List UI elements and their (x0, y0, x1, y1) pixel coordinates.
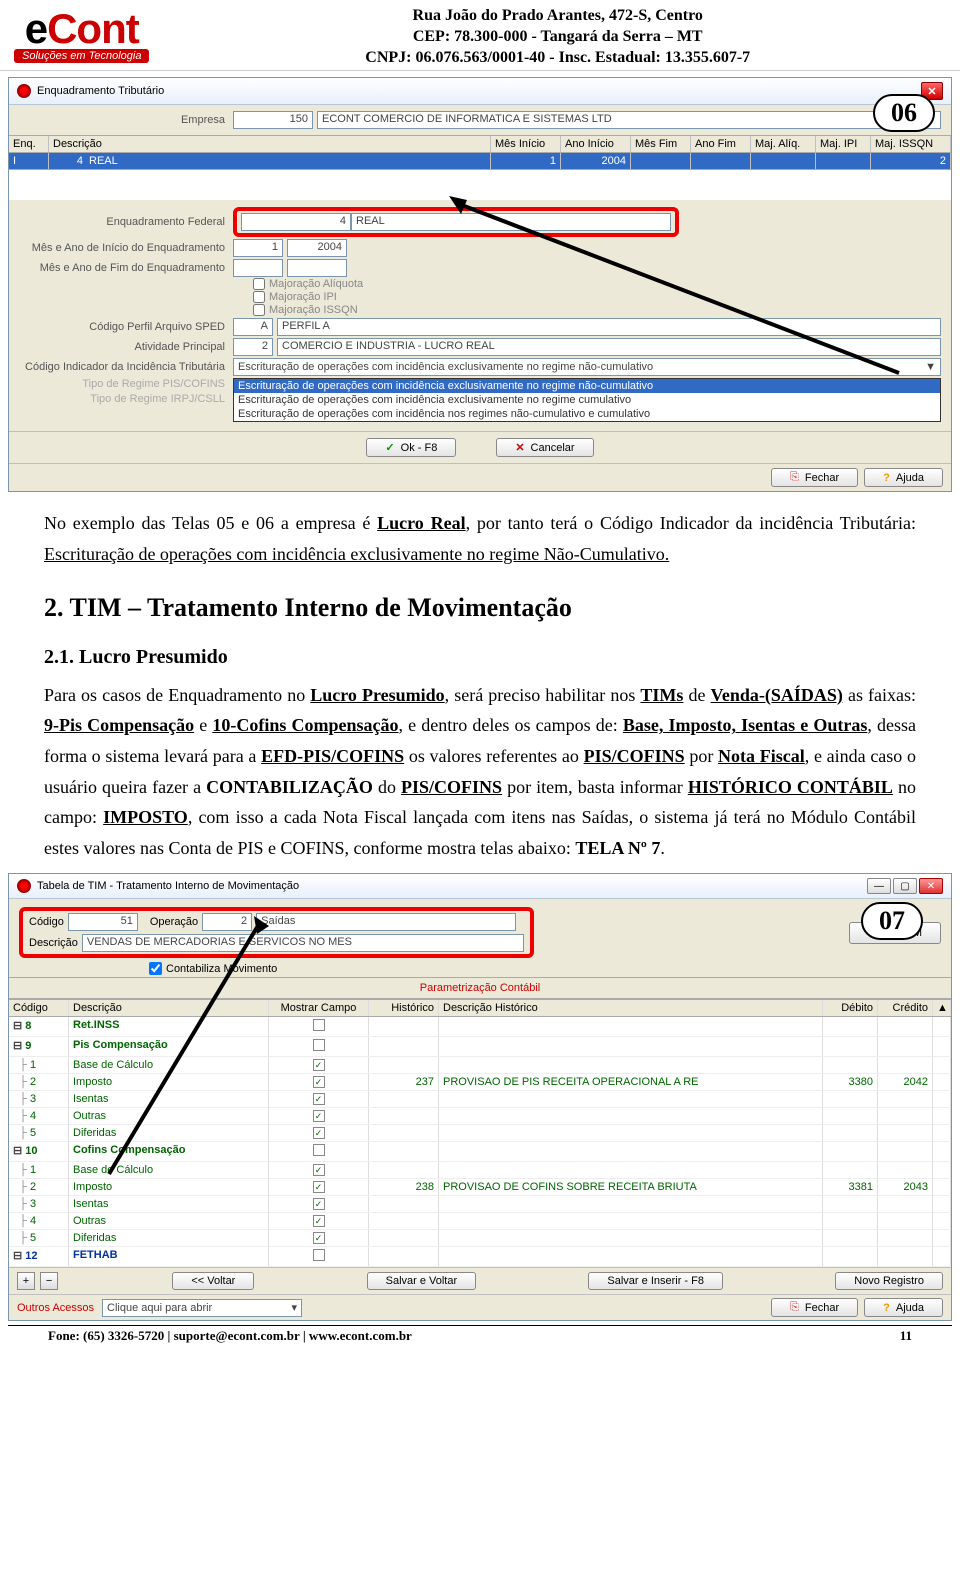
highlight-codigo-operacao: Código 51 Operação 2 Saídas Descrição VE… (19, 907, 534, 958)
callout-07: 07 (861, 902, 923, 940)
voltar-button[interactable]: << Voltar (172, 1272, 254, 1290)
address-line3: CNPJ: 06.076.563/0001-40 - Insc. Estadua… (169, 48, 946, 69)
table-row[interactable]: ├ 2Imposto238PROVISAO DE COFINS SOBRE RE… (9, 1179, 951, 1196)
highlight-enquadramento-federal: 4 REAL (233, 207, 679, 237)
body-text: No exemplo das Telas 05 e 06 a empresa é… (0, 498, 960, 867)
dropdown-option[interactable]: Escrituração de operações com incidência… (234, 379, 940, 393)
logo-text: eCont (25, 11, 139, 47)
oper-cod-input[interactable]: 2 (202, 913, 252, 931)
descricao-input[interactable]: VENDAS DE MERCADORIAS E SERVICOS NO MES (82, 934, 524, 952)
enq-fed-txt[interactable]: REAL (351, 213, 671, 231)
gear-icon (17, 84, 31, 98)
table-row[interactable]: ⊟ 9Pis Compensação (9, 1037, 951, 1057)
dropdown-option[interactable]: Escrituração de operações com incidência… (234, 407, 940, 421)
incidencia-dropdown[interactable]: Escrituração de operações com incidência… (233, 378, 941, 422)
outros-acessos-select[interactable]: Clique aqui para abrir▾ (102, 1299, 302, 1317)
heading-2: 2. TIM – Tratamento Interno de Movimenta… (44, 586, 916, 630)
maj-aliq-check[interactable] (253, 278, 265, 290)
table-row[interactable]: ├ 4Outras (9, 1213, 951, 1230)
dropdown-option[interactable]: Escrituração de operações com incidência… (234, 393, 940, 407)
table-row[interactable]: ⊟ 12FETHAB (9, 1247, 951, 1267)
heading-3: 2.1. Lucro Presumido (44, 640, 916, 674)
table-row[interactable]: ├ 2Imposto237PROVISAO DE PIS RECEITA OPE… (9, 1074, 951, 1091)
ok-button[interactable]: ✓Ok - F8 (366, 438, 456, 457)
address-line2: CEP: 78.300-000 - Tangará da Serra – MT (169, 27, 946, 48)
window-title: Enquadramento Tributário (37, 85, 164, 97)
empresa-nome-input[interactable]: ECONT COMERCIO DE INFORMATICA E SISTEMAS… (317, 111, 941, 129)
page-header: eCont Soluções em Tecnologia Rua João do… (0, 0, 960, 71)
scroll-up-icon[interactable]: ▲ (933, 1000, 951, 1016)
company-address: Rua João do Prado Arantes, 472-S, Centro… (169, 6, 946, 68)
close-icon[interactable]: ✕ (919, 878, 943, 894)
address-line1: Rua João do Prado Arantes, 472-S, Centro (169, 6, 946, 27)
table-row[interactable]: ├ 3Isentas (9, 1091, 951, 1108)
ajuda-button[interactable]: ?Ajuda (864, 1298, 943, 1317)
collapse-all-icon[interactable]: − (40, 1272, 58, 1290)
maj-ipi-check[interactable] (253, 291, 265, 303)
table-row[interactable]: ├ 3Isentas (9, 1196, 951, 1213)
cancel-button[interactable]: ✕Cancelar (496, 438, 593, 457)
novo-registro-button[interactable]: Novo Registro (835, 1272, 943, 1290)
window-titlebar: Tabela de TIM - Tratamento Interno de Mo… (9, 874, 951, 899)
page-number: 11 (900, 1328, 912, 1344)
chevron-down-icon: ▾ (292, 1301, 298, 1314)
expand-all-icon[interactable]: + (17, 1272, 35, 1290)
maximize-icon[interactable]: ▢ (893, 878, 917, 894)
screenshot-enquadramento: Enquadramento Tributário ✕ Empresa 150 E… (8, 77, 952, 492)
oper-txt-input[interactable]: Saídas (256, 913, 516, 931)
grid-row-selected[interactable]: I 4REAL 1 2004 2 (9, 153, 951, 170)
fechar-button[interactable]: ⎘Fechar (771, 468, 858, 487)
salvar-inserir-button[interactable]: Salvar e Inserir - F8 (588, 1272, 723, 1290)
enq-fed-cod[interactable]: 4 (241, 213, 351, 231)
table-row[interactable]: ├ 4Outras (9, 1108, 951, 1125)
footer-contact: Fone: (65) 3326-5720 | suporte@econt.com… (48, 1328, 412, 1344)
empresa-cod-input[interactable]: 150 (233, 111, 313, 129)
page-footer: Fone: (65) 3326-5720 | suporte@econt.com… (8, 1325, 952, 1350)
gear-icon (17, 879, 31, 893)
salvar-voltar-button[interactable]: Salvar e Voltar (367, 1272, 477, 1290)
empresa-label: Empresa (19, 114, 229, 126)
screenshot-tim: Tabela de TIM - Tratamento Interno de Mo… (8, 873, 952, 1321)
table-row[interactable]: ├ 5Diferidas (9, 1230, 951, 1247)
callout-06: 06 (873, 94, 935, 132)
contabiliza-check[interactable] (149, 962, 162, 975)
table-row[interactable]: ⊟ 8Ret.INSS (9, 1017, 951, 1037)
maj-issqn-check[interactable] (253, 304, 265, 316)
window-title: Tabela de TIM - Tratamento Interno de Mo… (37, 880, 299, 892)
minimize-icon[interactable]: — (867, 878, 891, 894)
grid-header: Enq. Descrição Mês Início Ano Início Mês… (9, 135, 951, 153)
table-row[interactable]: ⊟ 10Cofins Compensação (9, 1142, 951, 1162)
ajuda-button[interactable]: ?Ajuda (864, 468, 943, 487)
table-row[interactable]: ├ 5Diferidas (9, 1125, 951, 1142)
logo: eCont Soluções em Tecnologia (14, 11, 149, 63)
chevron-down-icon: ▼ (925, 361, 936, 373)
button-bar: ✓Ok - F8 ✕Cancelar (9, 431, 951, 463)
codigo-input[interactable]: 51 (68, 913, 138, 931)
outros-acessos-label: Outros Acessos (17, 1302, 94, 1314)
fechar-button[interactable]: ⎘Fechar (771, 1298, 858, 1317)
table-row[interactable]: ├ 1Base de Cálculo (9, 1162, 951, 1179)
table-row[interactable]: ├ 1Base de Cálculo (9, 1057, 951, 1074)
tree-grid: Código Descrição Mostrar Campo Histórico… (9, 999, 951, 1267)
param-title: Parametrização Contábil (9, 977, 951, 999)
window-titlebar: Enquadramento Tributário ✕ (9, 78, 951, 105)
incidencia-select[interactable]: Escrituração de operações com incidência… (233, 358, 941, 376)
